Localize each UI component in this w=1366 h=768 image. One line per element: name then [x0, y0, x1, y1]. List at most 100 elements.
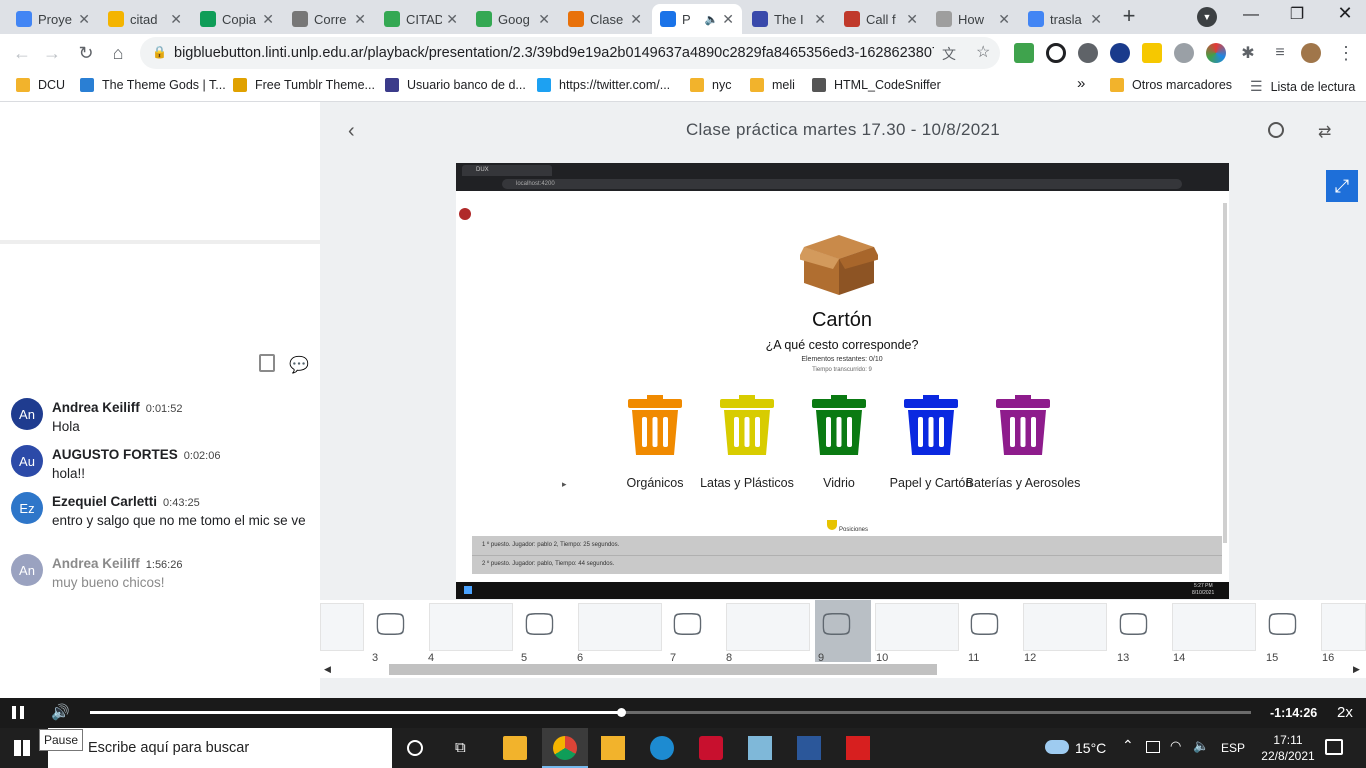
browser-tab[interactable]: citad ✕: [100, 4, 190, 34]
screenshare-thumbnail-icon[interactable]: 🖵: [822, 608, 851, 642]
scroll-right-icon[interactable]: ▶: [1353, 664, 1360, 675]
volume-icon[interactable]: 🔊: [51, 703, 70, 721]
browser-tab[interactable]: Clase ✕: [560, 4, 650, 34]
task-view-icon[interactable]: ⧉: [455, 739, 466, 756]
browser-tab[interactable]: The I ✕: [744, 4, 834, 34]
language-indicator[interactable]: ESP: [1221, 741, 1245, 755]
tab-close-icon[interactable]: ✕: [630, 11, 642, 28]
cortana-icon[interactable]: [407, 740, 423, 756]
recycle-bin-icon[interactable]: [904, 395, 958, 455]
reload-button[interactable]: ↻: [72, 39, 100, 67]
bookmark-item[interactable]: meli: [750, 78, 795, 92]
extension-2-icon[interactable]: [1046, 43, 1066, 63]
slide-thumbnail[interactable]: [1321, 603, 1366, 651]
battery-icon[interactable]: [1146, 741, 1160, 753]
browser-tab[interactable]: CITAD ✕: [376, 4, 466, 34]
chrome-menu-icon[interactable]: ⋮: [1332, 39, 1360, 67]
speaker-icon[interactable]: 🔈: [1193, 738, 1209, 754]
tab-close-icon[interactable]: ✕: [262, 11, 274, 28]
more-bookmarks-button[interactable]: »: [1077, 75, 1085, 92]
browser-tab[interactable]: How ✕: [928, 4, 1018, 34]
screenshare-thumbnail-icon[interactable]: 🖵: [525, 608, 554, 642]
address-bar[interactable]: 🔒 bigbluebutton.linti.unlp.edu.ar/playba…: [140, 37, 1000, 69]
new-tab-button[interactable]: +: [1116, 5, 1142, 29]
tab-close-icon[interactable]: ✕: [998, 11, 1010, 28]
progress-track[interactable]: [90, 708, 1251, 717]
scroll-left-icon[interactable]: ◀: [324, 664, 331, 675]
browser-tab[interactable]: Call f ✕: [836, 4, 926, 34]
notification-icon[interactable]: [1325, 739, 1343, 755]
windows-start-icon[interactable]: [14, 740, 30, 756]
tab-close-icon[interactable]: ✕: [906, 11, 918, 28]
restore-button[interactable]: ❐: [1282, 4, 1312, 24]
reading-list-button[interactable]: ☰ Lista de lectura: [1250, 78, 1355, 95]
bookmark-item[interactable]: HTML_CodeSniffer: [812, 78, 941, 92]
recycle-bin-icon[interactable]: [720, 395, 774, 455]
bookmark-item[interactable]: nyc: [690, 78, 731, 92]
wifi-icon[interactable]: ◠: [1170, 738, 1181, 754]
speed-button[interactable]: 2x: [1337, 704, 1353, 721]
browser-tab[interactable]: trasla ✕: [1020, 4, 1110, 34]
recycle-bin-icon[interactable]: [628, 395, 682, 455]
tab-close-icon[interactable]: ✕: [1090, 11, 1102, 28]
extension-heart-icon[interactable]: [1110, 43, 1130, 63]
temperature[interactable]: 15°C: [1075, 740, 1106, 756]
browser-tab[interactable]: Corre ✕: [284, 4, 374, 34]
screenshare-thumbnail-icon[interactable]: 🖵: [970, 608, 999, 642]
slide-thumbnail[interactable]: [875, 603, 959, 651]
slide-thumbnail[interactable]: [429, 603, 513, 651]
thumbnail-scrollbar[interactable]: ◀ ▶: [320, 662, 1366, 678]
extension-aa-icon[interactable]: [1142, 43, 1162, 63]
acrobat-icon[interactable]: [846, 736, 870, 760]
tab-close-icon[interactable]: ✕: [814, 11, 826, 28]
tab-close-icon[interactable]: ✕: [78, 11, 90, 28]
tab-close-icon[interactable]: ✕: [446, 11, 458, 28]
wordpress-icon[interactable]: [1078, 43, 1098, 63]
screenshare-thumbnail-icon[interactable]: 🖵: [673, 608, 702, 642]
file-explorer-icon[interactable]: [503, 736, 527, 760]
windows-explorer-icon[interactable]: [601, 736, 625, 760]
slide-thumbnail[interactable]: [320, 603, 364, 651]
search-icon[interactable]: [1268, 122, 1284, 138]
copy-chat-icon[interactable]: [259, 354, 275, 372]
extensions-puzzle-icon[interactable]: ✱: [1234, 39, 1262, 67]
tab-close-icon[interactable]: ✕: [538, 11, 550, 28]
tab-close-icon[interactable]: ✕: [722, 11, 734, 28]
recycle-bin-icon[interactable]: [996, 395, 1050, 455]
extension-gear-icon[interactable]: [1174, 43, 1194, 63]
extension-color-icon[interactable]: [1206, 43, 1226, 63]
recycle-bin-icon[interactable]: [812, 395, 866, 455]
bookmark-item[interactable]: Usuario banco de d...: [385, 78, 526, 92]
clock-time[interactable]: 17:11: [1263, 733, 1313, 747]
word-icon[interactable]: [797, 736, 821, 760]
bookmark-item[interactable]: The Theme Gods | T...: [80, 78, 226, 92]
profile-menu-icon[interactable]: ▼: [1197, 7, 1217, 27]
bookmark-item[interactable]: Free Tumblr Theme...: [233, 78, 375, 92]
screenshare-thumbnail-icon[interactable]: 🖵: [1268, 608, 1297, 642]
notepad-icon[interactable]: [748, 736, 772, 760]
bookmark-item[interactable]: DCU: [16, 78, 65, 92]
home-button[interactable]: ⌂: [104, 39, 132, 67]
browser-tab[interactable]: Goog ✕: [468, 4, 558, 34]
tab-close-icon[interactable]: ✕: [354, 11, 366, 28]
taskbar-search-box[interactable]: Escribe aquí para buscar: [48, 728, 392, 768]
other-bookmarks-folder[interactable]: Otros marcadores: [1110, 78, 1232, 92]
slide-thumbnail[interactable]: [1023, 603, 1107, 651]
swap-layout-icon[interactable]: ⇄: [1318, 122, 1331, 142]
profile-avatar[interactable]: [1301, 43, 1321, 63]
slide-thumbnail[interactable]: [578, 603, 662, 651]
pause-button[interactable]: [12, 706, 24, 719]
bookmark-star-icon[interactable]: ☆: [976, 42, 990, 62]
webex-icon[interactable]: [650, 736, 674, 760]
slide-thumbnail[interactable]: [1172, 603, 1256, 651]
fullscreen-button[interactable]: ⤢: [1326, 170, 1358, 202]
back-button[interactable]: ←: [8, 39, 36, 67]
translate-icon[interactable]: 文: [942, 44, 956, 64]
scroll-thumb[interactable]: [389, 664, 937, 675]
close-window-button[interactable]: ✕: [1330, 3, 1360, 24]
media-control-icon[interactable]: ≡: [1266, 39, 1294, 67]
clock-date[interactable]: 22/8/2021: [1257, 749, 1319, 763]
tray-chevron-icon[interactable]: ⌃: [1122, 737, 1134, 754]
mcafee-icon[interactable]: [699, 736, 723, 760]
tab-close-icon[interactable]: ✕: [170, 11, 182, 28]
